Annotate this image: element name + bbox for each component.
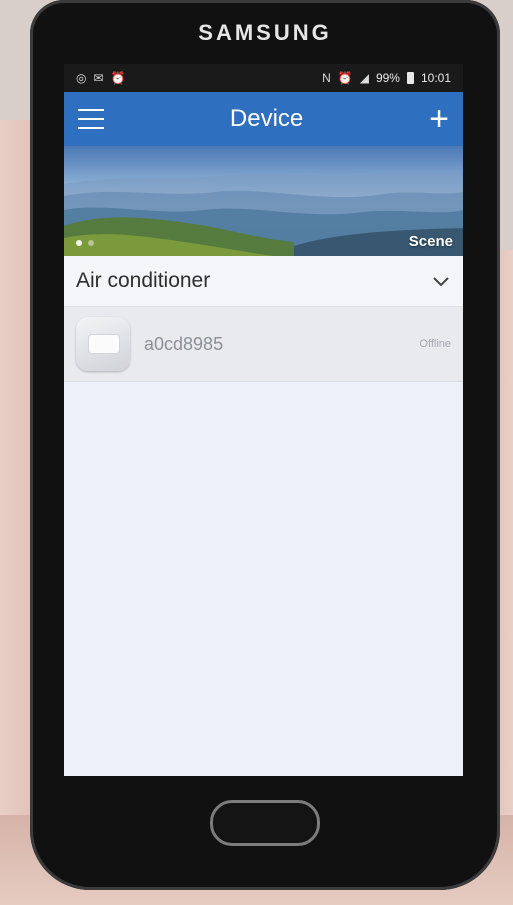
device-group-title: Air conditioner: [76, 269, 211, 292]
battery-icon: [406, 72, 414, 84]
air-conditioner-icon: [76, 317, 130, 371]
carousel-dots[interactable]: [76, 240, 94, 246]
add-device-button[interactable]: +: [429, 102, 449, 136]
device-status: Offline: [419, 338, 451, 350]
device-list-item[interactable]: a0cd8985 Offline: [64, 307, 463, 382]
carousel-dot[interactable]: [88, 240, 94, 246]
notification-icon: ◎: [76, 71, 87, 85]
battery-percent: 99%: [375, 71, 400, 85]
home-button[interactable]: [210, 800, 320, 846]
clock: 10:01: [420, 71, 451, 85]
device-name: a0cd8985: [144, 333, 224, 354]
hamburger-menu-icon[interactable]: [78, 109, 104, 129]
status-bar: ◎ ✉ ⏰ N ⏰ ◢ 99% 10:01: [64, 64, 463, 92]
device-list-empty-area: [64, 382, 463, 776]
alarm-icon: ⏰: [110, 71, 126, 85]
mail-icon: ✉: [93, 71, 104, 85]
scene-banner[interactable]: Scene: [64, 146, 463, 256]
screen: ◎ ✉ ⏰ N ⏰ ◢ 99% 10:01 Device + Scene Air…: [64, 64, 463, 776]
nfc-icon: N: [322, 71, 331, 85]
alarm-icon: ⏰: [337, 71, 353, 85]
chevron-down-icon[interactable]: [431, 271, 451, 291]
app-bar: Device +: [64, 92, 463, 146]
mountain-landscape-image: [64, 172, 463, 256]
signal-icon: ◢: [359, 71, 369, 85]
carousel-dot-active[interactable]: [76, 240, 82, 246]
scene-label[interactable]: Scene: [409, 233, 453, 250]
page-title: Device: [229, 105, 304, 132]
device-group-header[interactable]: Air conditioner: [64, 256, 463, 307]
brand-logo: SAMSUNG: [198, 20, 332, 45]
